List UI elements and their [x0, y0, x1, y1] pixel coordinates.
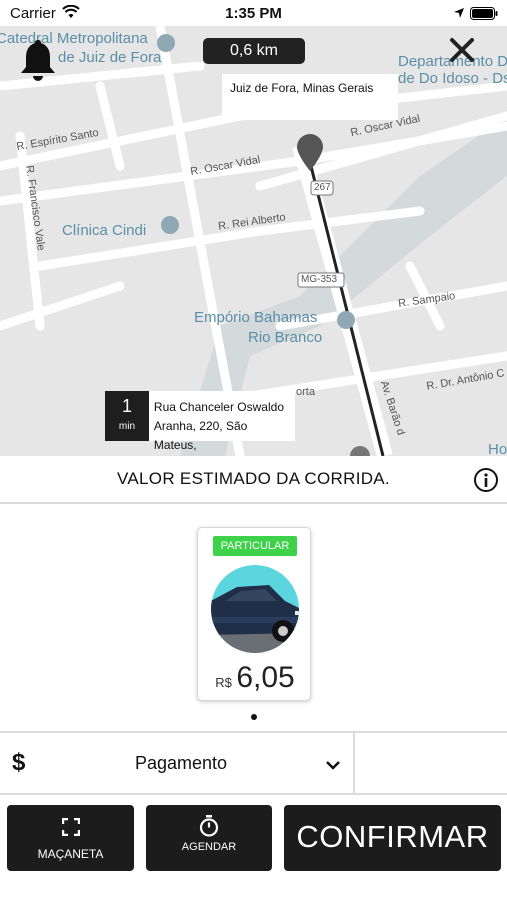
estimate-header: VALOR ESTIMADO DA CORRIDA.	[0, 456, 507, 504]
origin-address: Rua Chanceler Oswaldo Aranha, 220, São M…	[149, 391, 295, 452]
map-label-emporio-2: Rio Branco	[248, 329, 323, 346]
distance-badge: 0,6 km	[203, 38, 305, 64]
payment-divider	[353, 733, 355, 793]
vehicle-card[interactable]: PARTICULAR R$ 6,05	[197, 527, 311, 701]
origin-eta: 1 min	[105, 391, 149, 441]
schedule-label: AGENDAR	[181, 841, 237, 853]
car-icon	[207, 561, 303, 662]
map-label-emporio: Empório Bahamas	[194, 309, 318, 326]
map-label-departamento-2: de Do Idoso - Ds	[398, 70, 507, 87]
route-shield-mg353: MG-353	[301, 274, 338, 285]
confirm-button[interactable]: CONFIRMAR	[284, 805, 501, 871]
notification-bell-icon[interactable]	[20, 38, 56, 87]
info-icon[interactable]	[473, 467, 499, 498]
confirm-label: CONFIRMAR	[296, 819, 489, 854]
map-label-catedral-2: de Juiz de Fora	[58, 49, 162, 66]
dollar-icon: $	[12, 749, 26, 776]
destination-box[interactable]: Juiz de Fora, Minas Gerais	[222, 74, 398, 120]
map-label-clinica: Clínica Cindi	[62, 222, 147, 239]
price-value: 6,05	[236, 661, 295, 694]
battery-icon	[470, 7, 498, 25]
handle-button[interactable]: MAÇANETA	[7, 805, 134, 871]
street-porta: orta	[296, 386, 315, 398]
origin-eta-unit: min	[118, 421, 136, 432]
destination-text: Juiz de Fora, Minas Gerais	[230, 81, 374, 95]
schedule-button[interactable]: AGENDAR	[146, 805, 272, 871]
vehicle-price: R$ 6,05	[198, 661, 312, 695]
estimate-title: VALOR ESTIMADO DA CORRIDA.	[117, 469, 390, 488]
payment-label: Pagamento	[135, 753, 228, 773]
handle-label: MAÇANETA	[37, 847, 104, 861]
origin-address-line2: Aranha, 220, São Mateus,	[153, 419, 248, 452]
origin-eta-value: 1	[121, 396, 132, 416]
expand-icon	[7, 817, 134, 841]
close-icon[interactable]	[448, 36, 476, 64]
vehicle-category-badge: PARTICULAR	[213, 536, 297, 556]
payment-selector[interactable]: $ Pagamento	[0, 731, 507, 795]
origin-address-line1: Rua Chanceler Oswaldo	[153, 400, 284, 414]
chevron-down-icon[interactable]	[325, 757, 341, 775]
map-label-ho: Ho	[488, 441, 507, 456]
page-indicator-dot	[251, 714, 257, 720]
map-view[interactable]: Catedral Metropolitana de Juiz de Fora D…	[0, 26, 507, 456]
location-arrow-icon	[453, 6, 465, 24]
status-time: 1:35 PM	[225, 5, 282, 22]
price-currency: R$	[215, 675, 232, 690]
map-pin-icon	[296, 134, 324, 177]
route-shield-267: 267	[314, 182, 331, 193]
stopwatch-icon	[146, 815, 272, 842]
status-bar: Carrier 1:35 PM	[0, 0, 507, 26]
origin-box[interactable]: 1 min Rua Chanceler Oswaldo Aranha, 220,…	[105, 391, 295, 452]
